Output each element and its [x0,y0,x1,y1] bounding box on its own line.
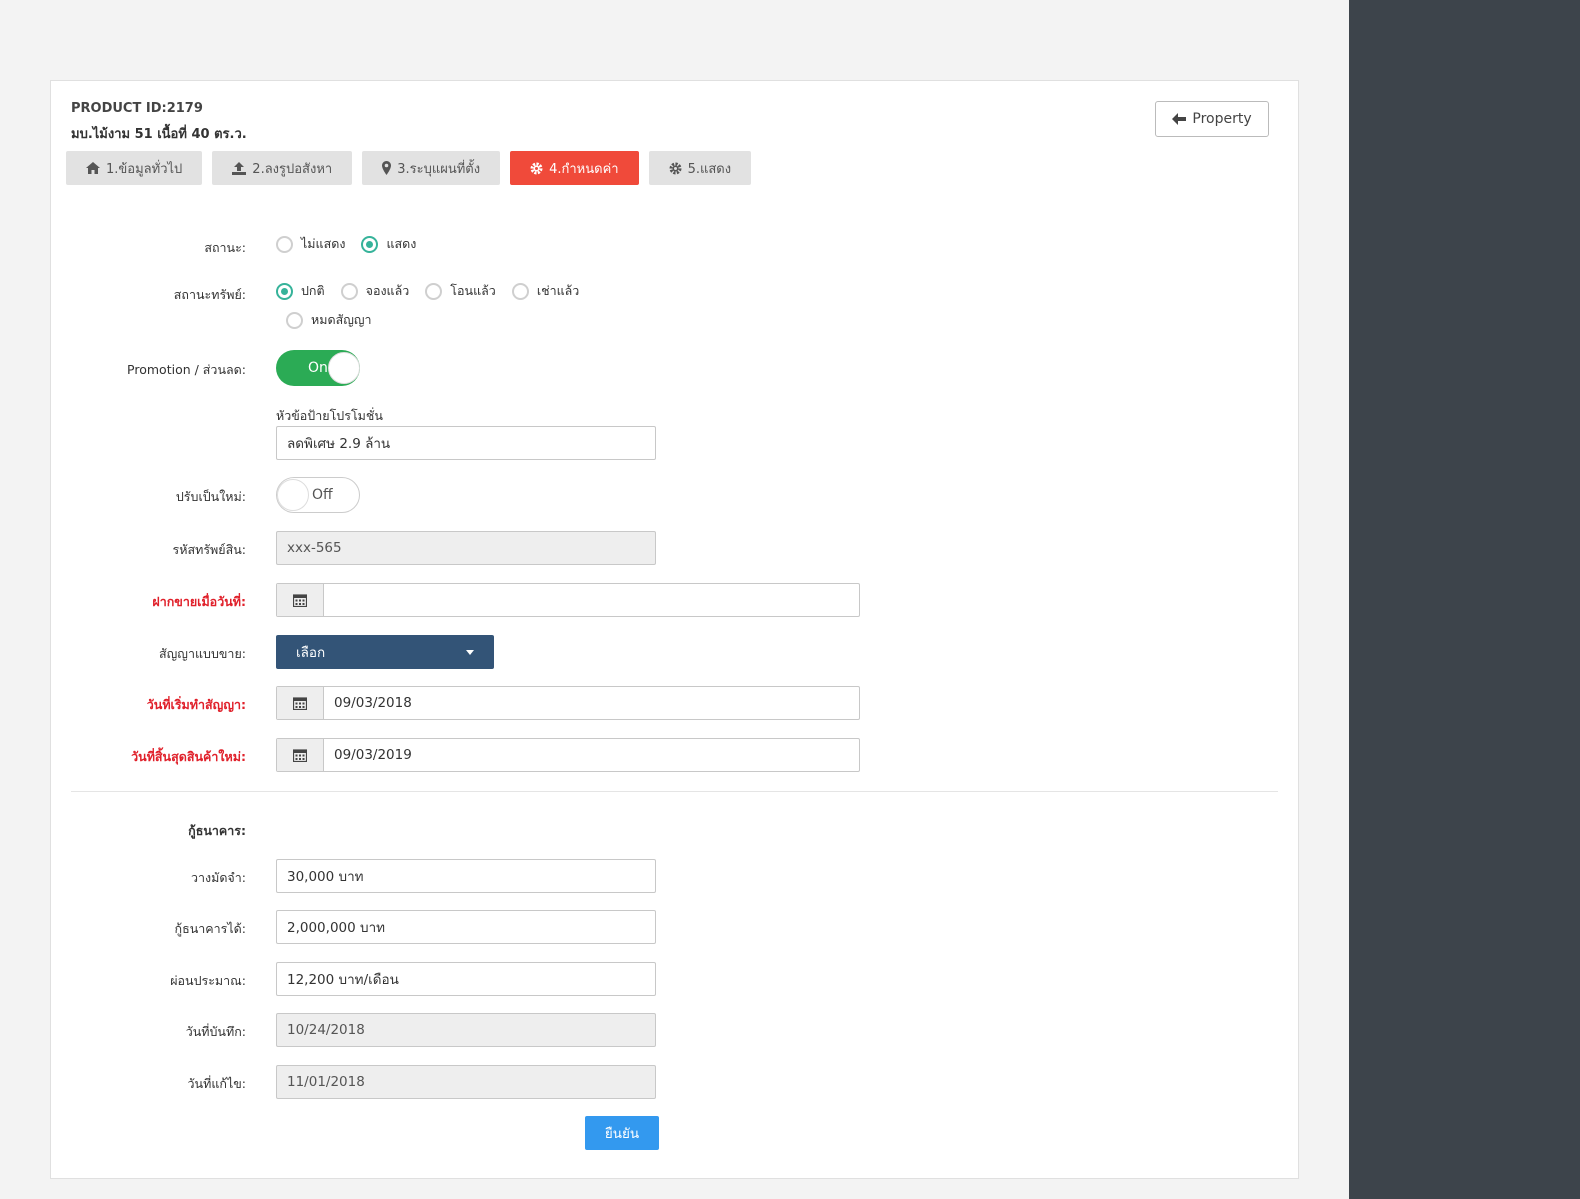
radio-circle[interactable] [361,235,379,253]
gear-icon [669,162,682,174]
contract-type-select[interactable]: เลือก [276,635,494,669]
promo-title-input[interactable]: ลดพิเศษ 2.9 ล้าน [276,426,656,460]
deposit-label: วางมัดจำ: [190,870,246,885]
tab-label: 1.ข้อมูลทั่วไป [106,161,183,177]
home-icon [86,162,100,174]
consign-date-field[interactable] [276,583,860,617]
edited-date-input[interactable]: 11/01/2018 [276,1065,656,1099]
back-button-label: Property [1192,111,1252,127]
back-to-property-button[interactable]: Property [1155,101,1269,137]
contract-type-label: สัญญาแบบขาย: [159,646,246,661]
radio-label: ไม่แสดง [301,236,346,251]
renew-label: ปรับเป็นใหม่: [175,489,246,504]
calendar-icon[interactable] [277,739,324,771]
tab-display[interactable]: 5.แสดง [648,151,752,185]
tab-label: 5.แสดง [687,161,732,177]
asset-status-label: สถานะทรัพย์: [173,287,246,302]
new-end-field[interactable]: 09/03/2019 [276,738,860,772]
saved-date-label: วันที่บันทึก: [185,1024,246,1039]
toggle-text: Off [312,487,333,503]
asset-code-input[interactable]: xxx-565 [276,531,656,565]
product-name: มบ.ไม้งาม 51 เนื้อที่ 40 ตร.ว. [71,127,247,142]
renew-toggle[interactable]: Off [276,477,360,513]
right-sidebar [1349,0,1580,1199]
radio-label: หมดสัญญา [311,312,372,327]
tab-label: 4.กำหนดค่า [549,161,619,177]
radio-circle[interactable] [425,282,443,300]
consign-date-label: ฝากขายเมื่อวันที่: [152,594,246,609]
select-value: เลือก [296,645,326,661]
contract-start-input[interactable]: 09/03/2018 [324,687,859,719]
toggle-text: On [308,360,328,376]
product-id: PRODUCT ID:2179 [71,101,203,116]
upload-icon [232,161,247,175]
promotion-toggle[interactable]: On [276,350,360,386]
section-divider [71,791,1278,792]
new-end-input[interactable]: 09/03/2019 [324,739,859,771]
asset-status-radio-transferred[interactable]: โอนแล้ว [425,281,496,301]
radio-label: ปกติ [301,283,325,298]
asset-status-radio-expired[interactable]: หมดสัญญา [286,310,372,330]
installment-label: ผ่อนประมาณ: [170,973,246,988]
product-settings-card: PRODUCT ID:2179 มบ.ไม้งาม 51 เนื้อที่ 40… [50,80,1299,1179]
status-radio-shown[interactable]: แสดง [361,234,416,254]
radio-label: จองแล้ว [365,283,410,298]
map-marker-icon [382,161,392,175]
consign-date-input[interactable] [324,584,859,616]
tab-label: 3.ระบุแผนที่ตั้ง [397,161,481,177]
loan-input[interactable]: 2,000,000 บาท [276,910,656,944]
calendar-icon[interactable] [277,687,324,719]
radio-label: เช่าแล้ว [536,283,580,298]
caret-down-icon [466,649,474,655]
new-end-label: วันที่สิ้นสุดสินค้าใหม่: [131,749,246,764]
calendar-icon[interactable] [277,584,324,616]
toggle-knob[interactable] [328,352,360,384]
radio-label: แสดง [386,236,417,251]
asset-status-radio-normal[interactable]: ปกติ [276,281,325,301]
tab-upload-images[interactable]: 2.ลงรูปอสังหา [212,151,353,185]
promotion-label: Promotion / ส่วนลด: [127,362,246,377]
radio-circle[interactable] [340,282,358,300]
status-radio-hidden[interactable]: ไม่แสดง [276,234,345,254]
gear-icon [530,162,543,174]
radio-circle[interactable] [286,311,303,329]
radio-label: โอนแล้ว [450,283,496,298]
edited-date-label: วันที่แก้ไข: [187,1076,246,1091]
contract-start-label: วันที่เริ่มทำสัญญา: [146,697,246,712]
asset-status-radio-rented[interactable]: เช่าแล้ว [511,281,580,301]
toggle-knob[interactable] [277,479,309,511]
asset-code-label: รหัสทรัพย์สิน: [172,542,247,557]
saved-date-input[interactable]: 10/24/2018 [276,1013,656,1047]
deposit-input[interactable]: 30,000 บาท [276,859,656,893]
submit-button[interactable]: ยืนยัน [585,1116,659,1150]
promo-title-label: หัวข้อป้ายโปรโมชั่น [276,408,383,423]
tab-map-location[interactable]: 3.ระบุแผนที่ตั้ง [362,151,501,185]
radio-circle[interactable] [276,282,293,300]
tab-label: 2.ลงรูปอสังหา [252,161,333,177]
status-label: สถานะ: [204,240,246,255]
loan-label: กู้ธนาคารได้: [174,921,246,936]
radio-circle[interactable] [276,235,293,253]
radio-circle[interactable] [511,282,529,300]
step-tabs: 1.ข้อมูลทั่วไป 2.ลงรูปอสังหา 3.ระบุแผนที… [66,151,752,185]
installment-input[interactable]: 12,200 บาท/เดือน [276,962,656,996]
arrow-left-icon [1172,113,1187,125]
tab-settings[interactable]: 4.กำหนดค่า [510,151,639,185]
asset-status-radio-reserved[interactable]: จองแล้ว [340,281,410,301]
tab-general-info[interactable]: 1.ข้อมูลทั่วไป [66,151,203,185]
bank-loan-heading: กู้ธนาคาร: [188,823,246,838]
contract-start-field[interactable]: 09/03/2018 [276,686,860,720]
